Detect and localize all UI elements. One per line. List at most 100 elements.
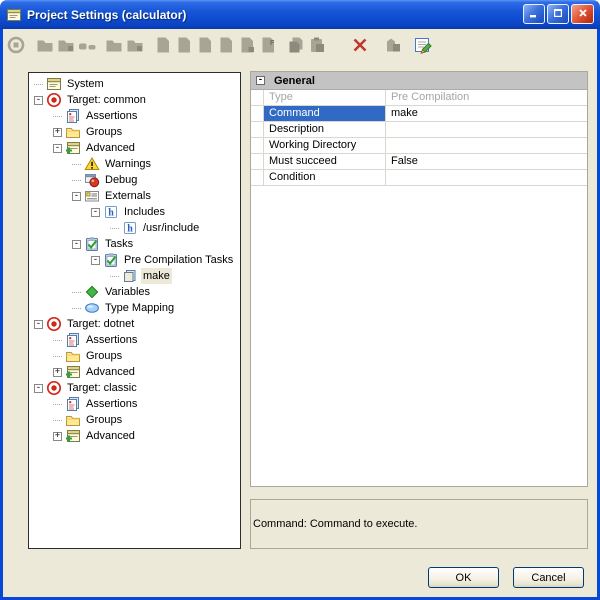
tree-item-advanced[interactable]: -Advanced (29, 140, 240, 156)
tree-item-label: Target: classic (65, 380, 139, 396)
tree-item-assertions[interactable]: Assertions (29, 108, 240, 124)
document-button (215, 35, 236, 59)
delete-button[interactable] (349, 35, 370, 59)
property-name-cell[interactable]: Command (264, 106, 386, 121)
header-file-icon: h (103, 204, 119, 220)
tree-item-advanced[interactable]: + Advanced (29, 428, 240, 444)
collapse-icon[interactable]: - (34, 384, 43, 393)
property-grid[interactable]: - General TypePre CompilationCommandmake… (250, 71, 588, 487)
tree-item-tasks[interactable]: -Tasks (29, 236, 240, 252)
property-row-condition[interactable]: Condition (251, 170, 587, 186)
collapse-icon[interactable]: - (53, 144, 62, 153)
folder-add-icon (56, 35, 76, 60)
property-value-cell[interactable] (386, 138, 587, 153)
document-f-icon: F (258, 35, 278, 60)
expand-icon[interactable]: + (53, 368, 62, 377)
edit-button[interactable] (412, 35, 433, 59)
property-value-cell[interactable] (386, 170, 587, 185)
tree-item-target-dotnet[interactable]: -Target: dotnet (29, 316, 240, 332)
property-value-cell[interactable]: make (386, 106, 587, 121)
collapse-icon[interactable]: - (72, 240, 81, 249)
collapse-icon[interactable]: - (91, 256, 100, 265)
tree-item-advanced[interactable]: +Advanced (29, 364, 240, 380)
property-row-description[interactable]: Description (251, 122, 587, 138)
tree-item-label: Advanced (84, 428, 137, 444)
svg-text:F: F (270, 40, 275, 47)
property-rows: TypePre CompilationCommandmakeDescriptio… (251, 90, 587, 186)
ok-button[interactable]: OK (428, 567, 499, 588)
tree-item-label: Groups (84, 124, 124, 140)
tree-line (53, 340, 62, 341)
property-name-cell[interactable]: Description (264, 122, 386, 137)
tree-item-variables[interactable]: Variables (29, 284, 240, 300)
tree-item-target-classic[interactable]: - Target: classic (29, 380, 240, 396)
property-row-working-directory[interactable]: Working Directory (251, 138, 587, 154)
minimize-button[interactable] (523, 4, 545, 24)
project-settings-window: Project Settings (calculator) F System-T… (0, 0, 600, 600)
settings-tree[interactable]: System-Target: commonAssertions+Groups-A… (28, 72, 241, 549)
tree-item-debug[interactable]: Debug (29, 172, 240, 188)
tree-item-system[interactable]: System (29, 76, 240, 92)
property-category-header[interactable]: - General (251, 72, 587, 90)
tree-item-target-common[interactable]: -Target: common (29, 92, 240, 108)
target-icon (46, 92, 62, 108)
target-icon (46, 316, 62, 332)
tree-line (72, 180, 81, 181)
tree-line (72, 292, 81, 293)
variable-icon (84, 284, 100, 300)
tree-item-groups[interactable]: + Groups (29, 124, 240, 140)
row-gutter (251, 106, 264, 121)
tree-line (53, 116, 62, 117)
tree-item-label: Groups (84, 412, 124, 428)
tree-item-type-mapping[interactable]: Type Mapping (29, 300, 240, 316)
minimize-icon (529, 5, 539, 23)
collapse-icon[interactable]: - (34, 320, 43, 329)
folder-closed-icon (65, 412, 81, 428)
expand-icon[interactable]: + (53, 432, 62, 441)
form-add-icon (65, 364, 81, 380)
property-row-type[interactable]: TypePre Compilation (251, 90, 587, 106)
tree-item-pre-compilation-tasks[interactable]: -Pre Compilation Tasks (29, 252, 240, 268)
property-value-cell[interactable] (386, 122, 587, 137)
property-value-cell[interactable]: Pre Compilation (386, 90, 587, 105)
tree-item-assertions[interactable]: Assertions (29, 396, 240, 412)
property-name-cell[interactable]: Must succeed (264, 154, 386, 169)
folder-icon (35, 35, 55, 60)
property-name-cell[interactable]: Type (264, 90, 386, 105)
collapse-icon[interactable]: - (34, 96, 43, 105)
folder-button (103, 35, 124, 59)
collapse-icon[interactable]: - (72, 192, 81, 201)
tree-item-includes[interactable]: -hIncludes (29, 204, 240, 220)
toolbar: F (5, 33, 595, 61)
header-file-icon: h (122, 220, 138, 236)
maximize-button[interactable] (547, 4, 569, 24)
cancel-button[interactable]: Cancel (513, 567, 584, 588)
expand-icon[interactable]: + (53, 128, 62, 137)
assertions-icon (65, 332, 81, 348)
property-name-cell[interactable]: Working Directory (264, 138, 386, 153)
paste-button (306, 35, 327, 59)
tree-item-label: make (141, 268, 172, 284)
property-value-cell[interactable]: False (386, 154, 587, 169)
document-button (152, 35, 173, 59)
tree-item-warnings[interactable]: Warnings (29, 156, 240, 172)
tree-item-label: Externals (103, 188, 153, 204)
tree-item-groups[interactable]: Groups (29, 412, 240, 428)
paste-icon (307, 35, 327, 60)
property-row-must-succeed[interactable]: Must succeedFalse (251, 154, 587, 170)
close-button[interactable] (571, 4, 594, 24)
property-name-cell[interactable]: Condition (264, 170, 386, 185)
tree-item-make[interactable]: make (29, 268, 240, 284)
tree-item-externals[interactable]: - Externals (29, 188, 240, 204)
property-row-command[interactable]: Commandmake (251, 106, 587, 122)
folder-add-icon (125, 35, 145, 60)
collapse-icon[interactable]: - (91, 208, 100, 217)
collapse-category-icon[interactable]: - (256, 76, 265, 85)
titlebar[interactable]: Project Settings (calculator) (0, 0, 600, 29)
property-help-panel: Command: Command to execute. (250, 499, 588, 549)
tree-item-usr-include[interactable]: h/usr/include (29, 220, 240, 236)
tree-line (53, 356, 62, 357)
tree-item-assertions[interactable]: Assertions (29, 332, 240, 348)
edit-icon (413, 35, 433, 60)
tree-item-groups[interactable]: Groups (29, 348, 240, 364)
